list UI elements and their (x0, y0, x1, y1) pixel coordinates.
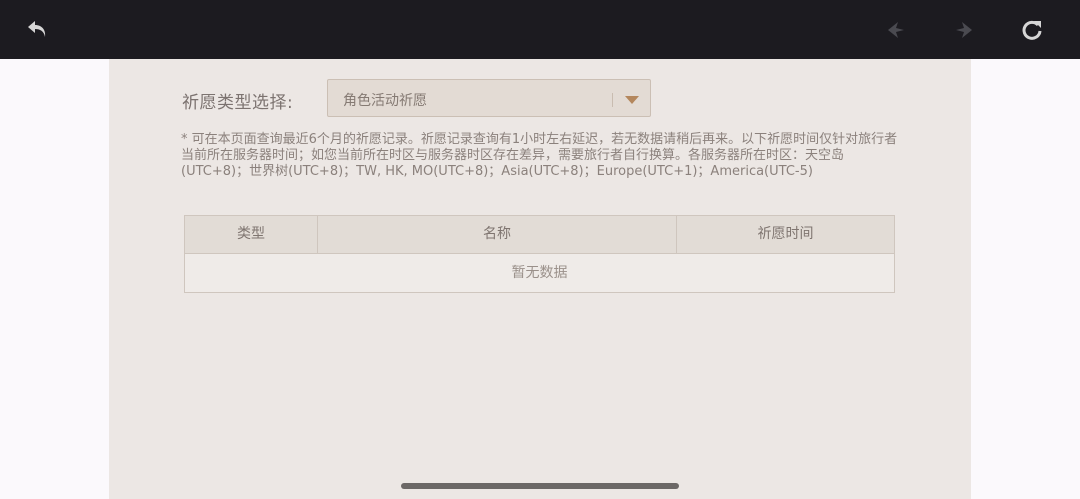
empty-state-text: 暂无数据 (511, 265, 568, 281)
previous-button[interactable] (880, 14, 912, 46)
query-notice: * 可在本页面查询最近6个月的祈愿记录。祈愿记录查询有1小时左右延迟，若无数据请… (181, 132, 898, 179)
home-indicator[interactable] (401, 483, 679, 489)
wish-history-panel: 祈愿类型选择: 角色活动祈愿 * 可在本页面查询最近6个月的祈愿记录。祈愿记录查… (109, 59, 971, 499)
refresh-button[interactable] (1016, 14, 1048, 46)
chevron-down-icon (625, 96, 639, 104)
column-header-time: 祈愿时间 (757, 226, 814, 242)
wish-history-table: 类型 名称 祈愿时间 暂无数据 (184, 215, 895, 293)
wish-type-label: 祈愿类型选择: (182, 93, 294, 113)
wish-type-dropdown[interactable]: 角色活动祈愿 (327, 79, 651, 117)
undo-arrow-icon (28, 21, 46, 37)
previous-arrow-icon (888, 22, 904, 38)
browser-toolbar (0, 0, 1080, 59)
column-header-type: 类型 (185, 216, 318, 253)
refresh-icon (1022, 20, 1042, 40)
wish-type-selected: 角色活动祈愿 (343, 93, 427, 109)
table-header: 类型 名称 祈愿时间 (185, 216, 894, 254)
column-header-name: 名称 (318, 216, 677, 253)
dropdown-divider (612, 93, 613, 107)
back-button[interactable] (22, 14, 54, 46)
next-button[interactable] (948, 14, 980, 46)
next-arrow-icon (956, 22, 972, 38)
